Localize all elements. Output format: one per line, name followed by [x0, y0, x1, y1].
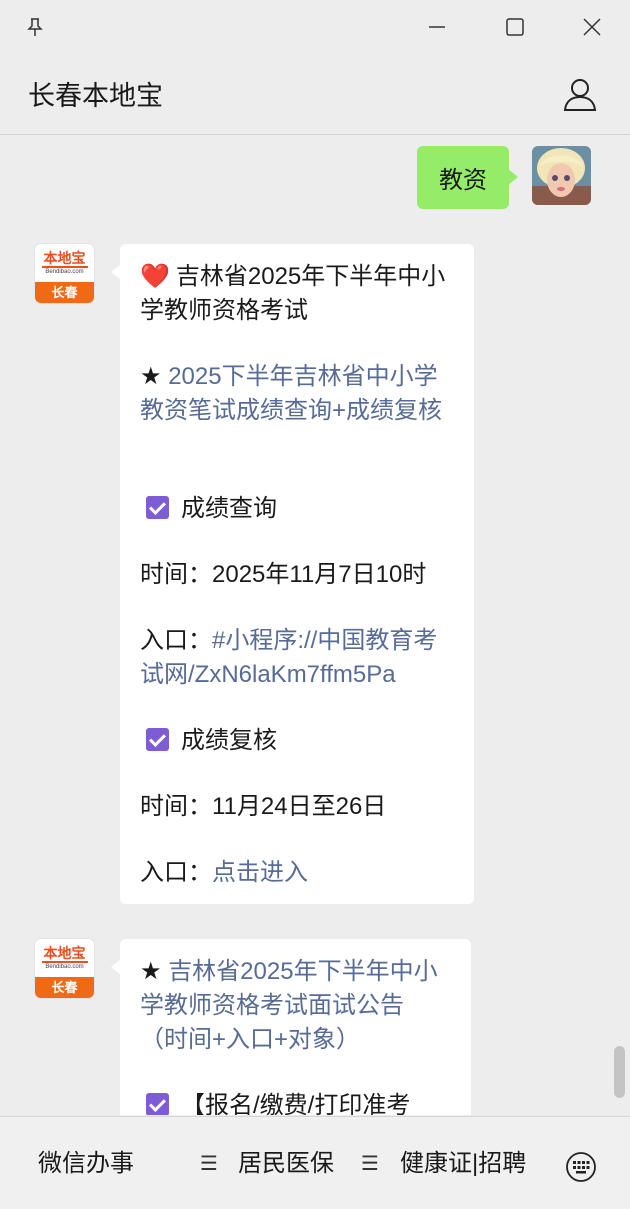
heart-icon: ❤️ [140, 263, 170, 290]
chat-header: 长春本地宝 [0, 56, 630, 135]
scores-article-link[interactable]: 2025下半年吉林省中小学教资笔试成绩查询+成绩复核 [140, 363, 442, 424]
bottom-menu-bar: 微信办事 ☰ 居民医保 ☰ 健康证|招聘 [0, 1116, 630, 1209]
window-titlebar [0, 0, 630, 56]
menu-medical-insurance[interactable]: 居民医保 [238, 1147, 334, 1181]
chat-area[interactable]: 教资 本地宝 Bendibao.com 长春 ❤️ 吉林省2025年下半年中小学教… [0, 135, 630, 1115]
time-row-2: 时间：11月24日至26日 [140, 793, 387, 820]
card-heading: ❤️ 吉林省2025年下半年中小学教师资格考试 [140, 263, 446, 324]
menu-lines-icon: ☰ [361, 1153, 379, 1175]
click-enter-link[interactable]: 点击进入 [212, 859, 308, 886]
logo-main-text: 本地宝 [41, 944, 88, 963]
section-score-query: 成绩查询 [140, 492, 454, 526]
interview-article-link[interactable]: 吉林省2025年下半年中小学教师资格考试面试公告（时间+入口+对象） [140, 958, 438, 1053]
message-card-scores[interactable]: ❤️ 吉林省2025年下半年中小学教师资格考试 ★ 2025下半年吉林省中小学教资… [111, 244, 474, 904]
maximize-icon[interactable] [498, 10, 532, 44]
logo-main-text: 本地宝 [41, 249, 88, 268]
logo-top: 本地宝 Bendibao.com [35, 244, 94, 282]
card-link-row: ★ 吉林省2025年下半年中小学教师资格考试面试公告（时间+入口+对象） [140, 955, 451, 1057]
star-icon: ★ [140, 958, 169, 985]
checkbox-icon [146, 1093, 169, 1115]
pin-icon[interactable] [18, 10, 52, 44]
card-link-row: ★ 2025下半年吉林省中小学教资笔试成绩查询+成绩复核 [140, 360, 454, 428]
logo-top: 本地宝 Bendibao.com [35, 939, 94, 977]
logo-city-text: 长春 [35, 282, 94, 303]
chat-scrollbar[interactable] [614, 1046, 625, 1098]
keyboard-icon[interactable] [565, 1151, 597, 1183]
bendibao-avatar[interactable]: 本地宝 Bendibao.com 长春 [35, 939, 94, 998]
star-icon: ★ [140, 363, 169, 390]
section-score-review: 成绩复核 [140, 724, 454, 758]
bendibao-avatar[interactable]: 本地宝 Bendibao.com 长春 [35, 244, 94, 303]
time-row-1: 时间：2025年11月7日10时 [140, 561, 427, 588]
menu-lines-icon: ☰ [200, 1153, 218, 1175]
user-icon[interactable] [560, 74, 600, 114]
chat-title: 长春本地宝 [28, 81, 163, 111]
logo-sub-text: Bendibao.com [45, 268, 84, 275]
logo-city-text: 长春 [35, 977, 94, 998]
checkbox-icon [146, 496, 169, 519]
menu-health-jobs[interactable]: 健康证|招聘 [400, 1147, 526, 1181]
menu-wechat-services[interactable]: 微信办事 [38, 1147, 134, 1181]
message-card-interview[interactable]: ★ 吉林省2025年下半年中小学教师资格考试面试公告（时间+入口+对象） 【报名… [111, 939, 471, 1115]
entry-row-1: 入口：#小程序://中国教育考试网/ZxN6laKm7ffm5Pa [140, 627, 438, 688]
minimize-icon[interactable] [420, 10, 454, 44]
close-icon[interactable] [575, 10, 609, 44]
logo-sub-text: Bendibao.com [45, 963, 84, 970]
section-registration: 【报名/缴费/打印准考 [140, 1089, 451, 1115]
sent-message-text: 教资 [439, 167, 487, 194]
user-avatar[interactable] [532, 146, 591, 205]
entry-row-2: 入口：点击进入 [140, 859, 308, 886]
checkbox-icon [146, 728, 169, 751]
sent-message-bubble[interactable]: 教资 [417, 146, 518, 209]
